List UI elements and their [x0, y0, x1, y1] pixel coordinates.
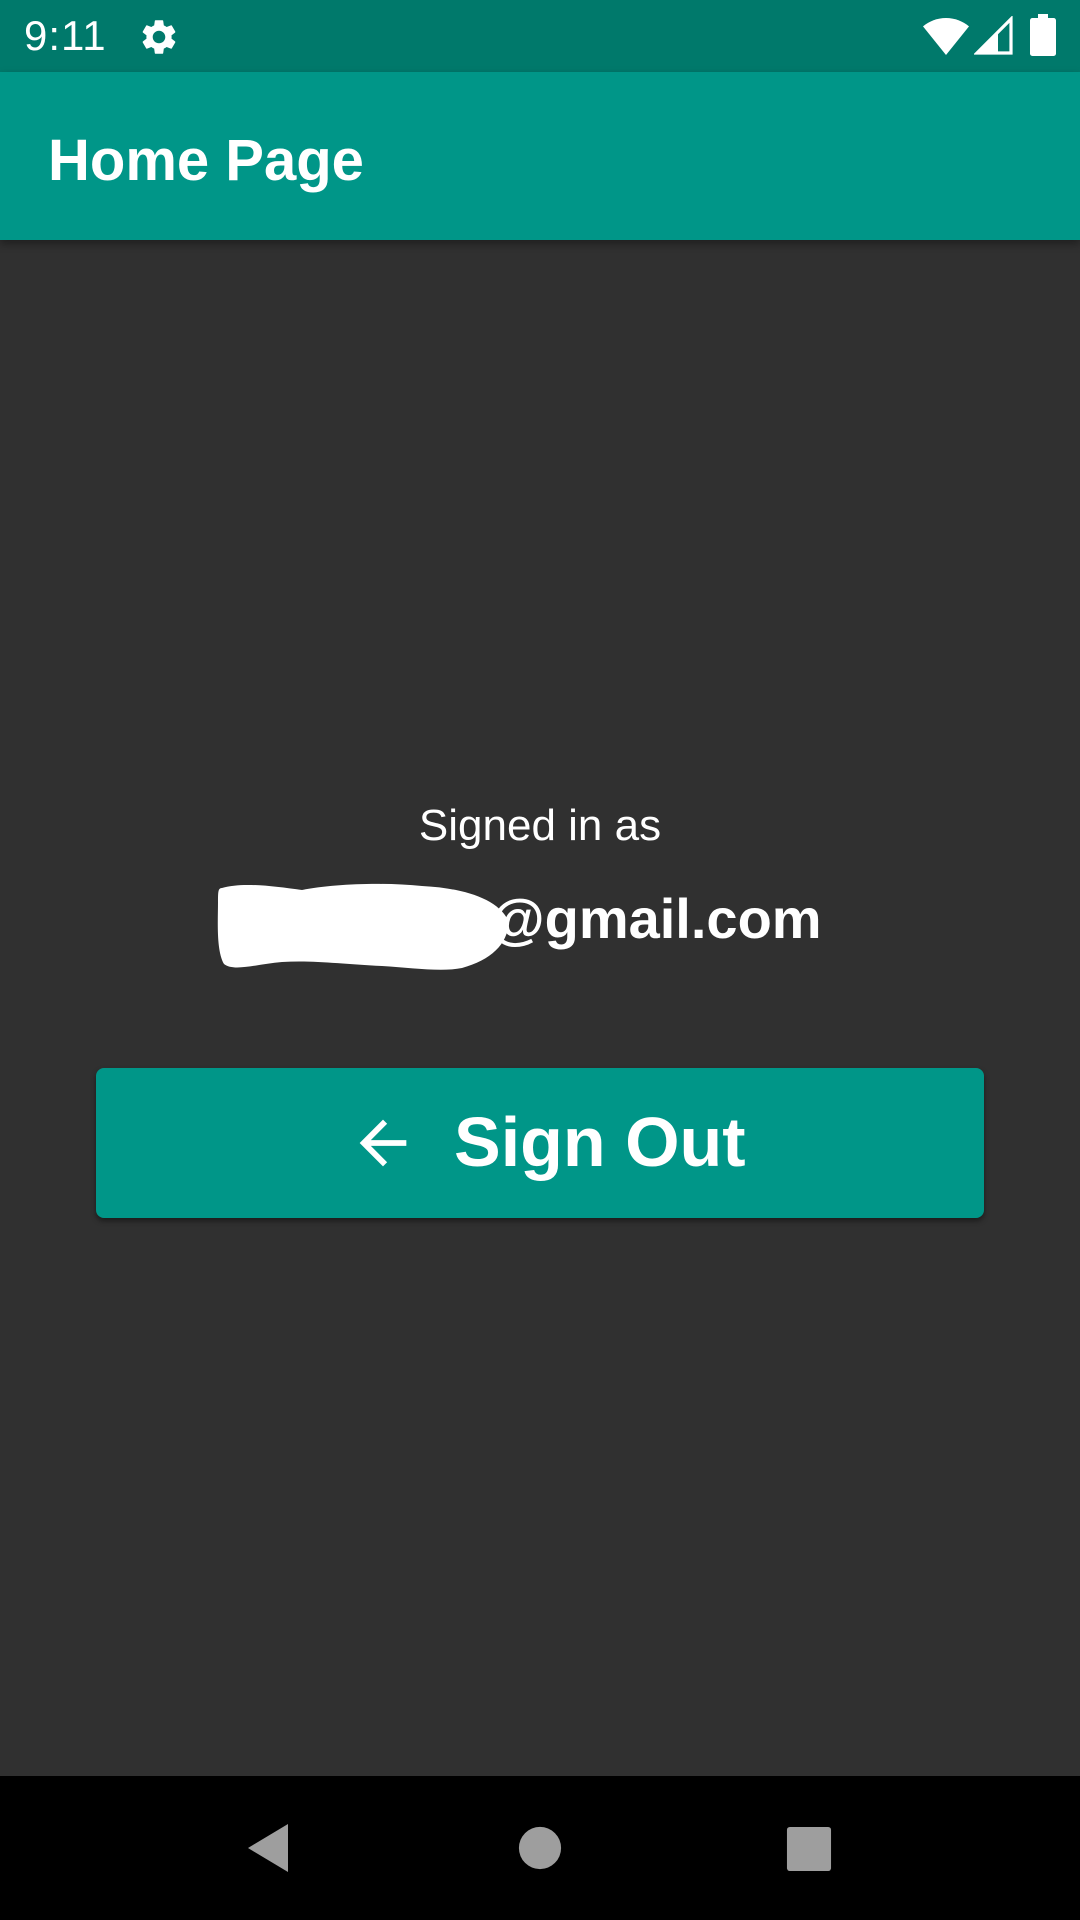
screen: 9:11 Home Page Signed in as @gmail.com S…	[0, 0, 1080, 1920]
navigation-bar	[0, 1776, 1080, 1920]
wifi-icon	[923, 18, 969, 55]
email-address: @gmail.com	[490, 887, 822, 950]
sign-out-label: Sign Out	[454, 1103, 746, 1181]
app-bar: Home Page	[0, 72, 1080, 240]
page-title: Home Page	[48, 128, 364, 193]
cell-signal-icon	[974, 16, 1013, 55]
status-bar: 9:11	[0, 0, 1080, 72]
gear-icon	[142, 20, 176, 54]
redaction-mark	[217, 883, 509, 970]
battery-icon	[1030, 14, 1056, 56]
recents-icon[interactable]	[786, 1826, 832, 1872]
home-icon[interactable]	[518, 1826, 562, 1870]
signed-in-label: Signed in as	[418, 801, 662, 850]
status-time: 9:11	[24, 12, 107, 59]
email-row: @gmail.com	[0, 880, 1080, 970]
arrow-back-icon	[359, 1119, 407, 1167]
sign-out-button[interactable]: Sign Out	[96, 1068, 984, 1218]
back-icon[interactable]	[244, 1822, 292, 1874]
